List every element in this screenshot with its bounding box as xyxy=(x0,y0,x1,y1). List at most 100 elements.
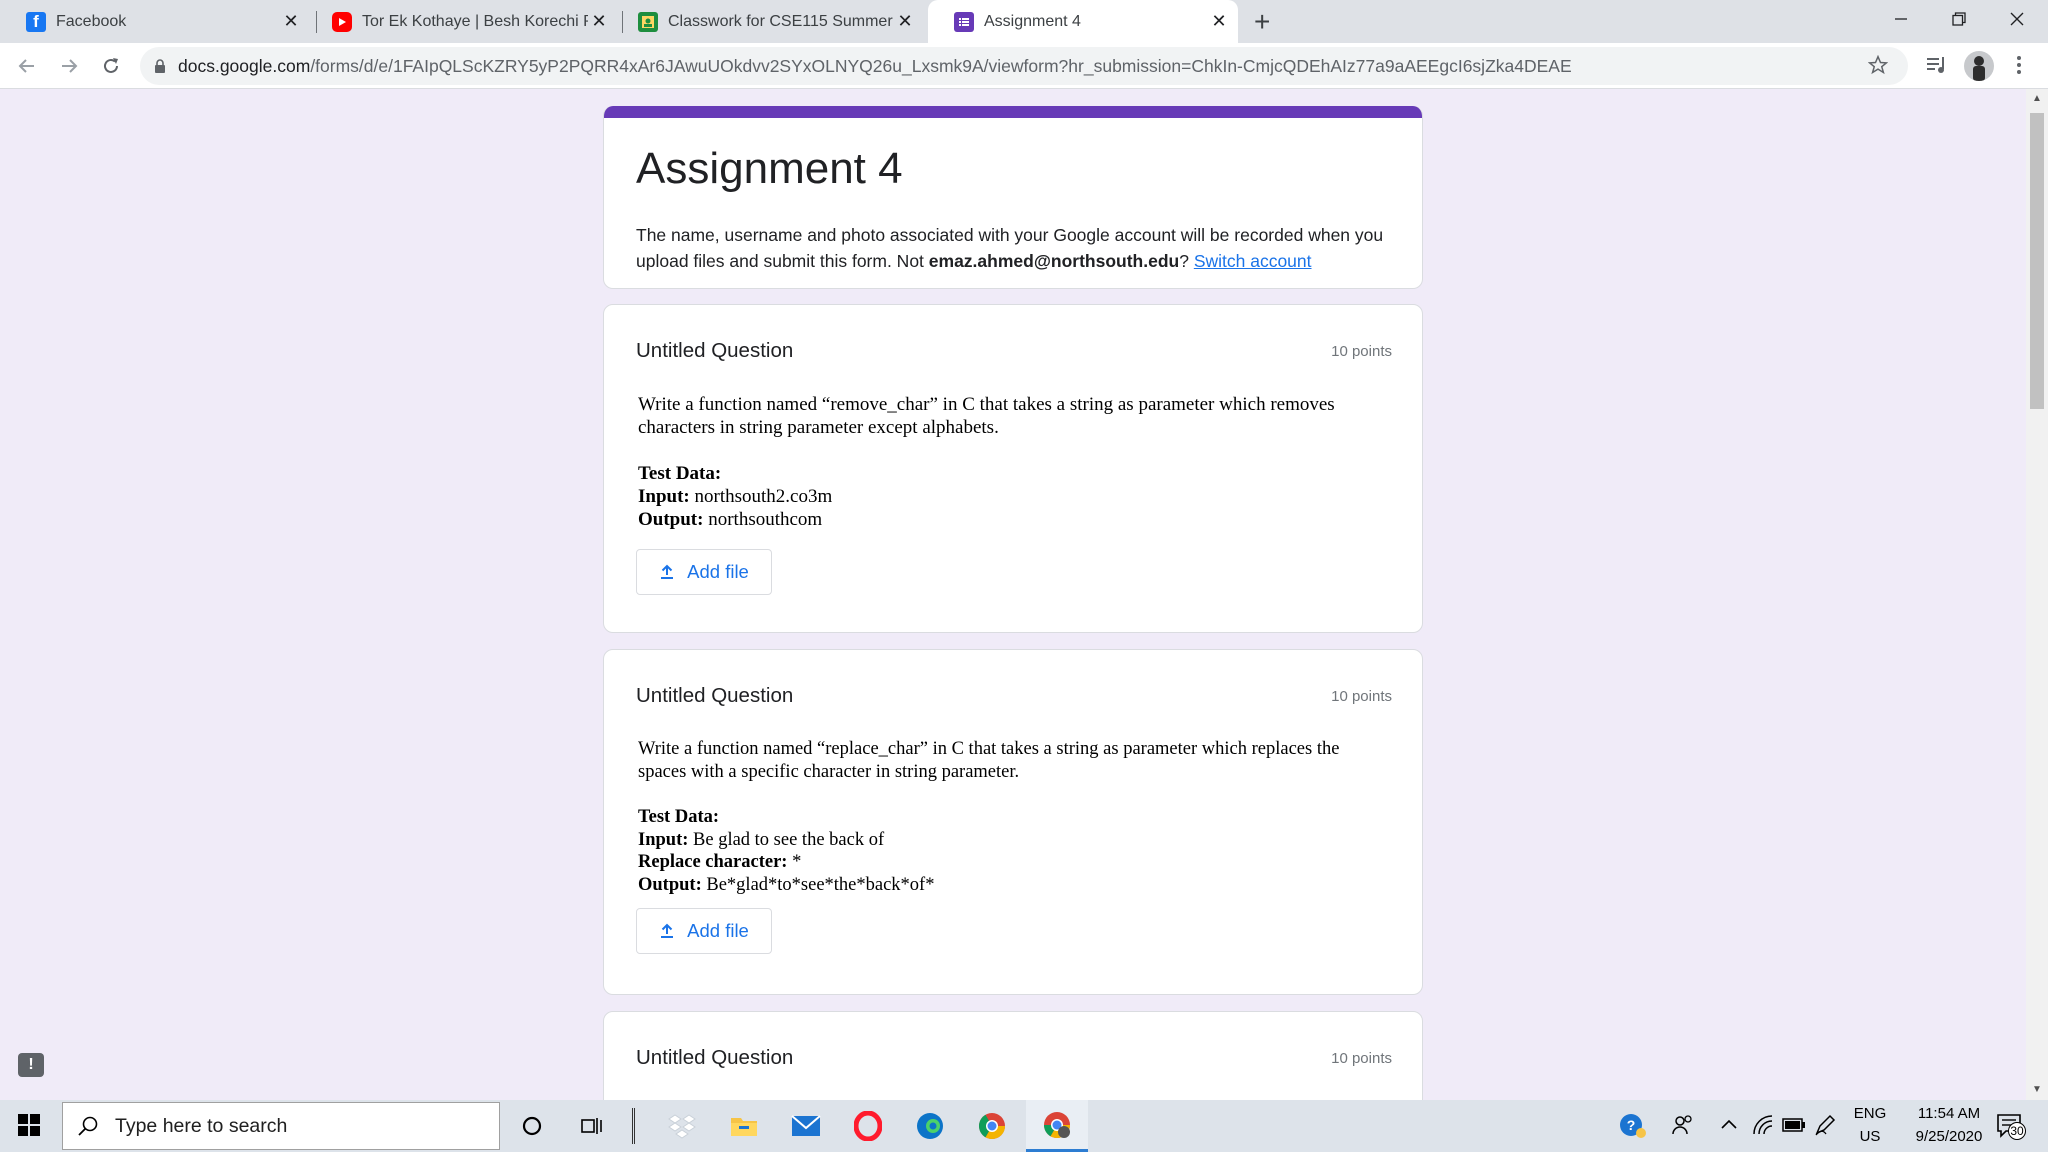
lock-icon xyxy=(155,58,165,73)
windows-start-icon[interactable] xyxy=(18,1114,40,1136)
add-file-label: Add file xyxy=(687,920,749,941)
people-icon[interactable] xyxy=(1672,1114,1694,1136)
form-title: Assignment 4 xyxy=(636,144,903,193)
action-center-button[interactable]: 30 xyxy=(1996,1112,2026,1140)
report-problem-icon[interactable]: ! xyxy=(18,1053,44,1077)
profile-avatar[interactable] xyxy=(1964,51,1994,81)
question-text-line: Write a function named “replace_char” in… xyxy=(638,739,1340,759)
replace-char-label: Replace character: xyxy=(638,852,788,872)
question-card-3: Untitled Question 10 points xyxy=(603,1011,1423,1100)
mail-button[interactable] xyxy=(778,1100,834,1152)
tab-facebook[interactable]: f Facebook ✕ xyxy=(0,0,310,43)
chrome-profile-button[interactable] xyxy=(1026,1100,1088,1152)
media-control-icon[interactable] xyxy=(1926,55,1948,75)
output-label: Output: xyxy=(638,874,702,895)
input-value: northsouth2.co3m xyxy=(689,486,833,507)
output-value: Be*glad*to*see*the*back*of* xyxy=(701,874,935,895)
tab-assignment-4[interactable]: Assignment 4 ✕ xyxy=(928,0,1238,43)
task-view-button[interactable] xyxy=(564,1100,620,1152)
search-icon xyxy=(78,1116,98,1136)
tab-title: Facebook xyxy=(56,12,127,30)
clock-date[interactable]: 9/25/2020 xyxy=(1894,1128,2004,1145)
folder-icon xyxy=(731,1118,757,1136)
chevron-up-icon[interactable] xyxy=(1720,1118,1738,1130)
upload-icon xyxy=(661,923,674,938)
minimize-button[interactable] xyxy=(1872,0,1930,38)
scrollbar-thumb[interactable] xyxy=(2030,113,2044,409)
tab-title: Tor Ek Kothaye | Besh Korechi Pre xyxy=(362,12,588,30)
file-explorer-button[interactable] xyxy=(716,1100,772,1152)
opera-button[interactable] xyxy=(840,1100,896,1152)
url-host: docs.google.com xyxy=(178,55,311,76)
restore-button[interactable] xyxy=(1930,0,1988,38)
switch-account-link[interactable]: Switch account xyxy=(1194,251,1312,271)
tab-title: Classwork for CSE115 Summer 20 xyxy=(668,12,894,30)
close-icon[interactable]: ✕ xyxy=(588,11,610,32)
scroll-down-icon[interactable]: ▼ xyxy=(2032,1084,2042,1095)
wifi-icon[interactable] xyxy=(1752,1114,1774,1136)
tab-strip: f Facebook ✕ Tor Ek Kothaye | Besh Korec… xyxy=(0,0,2048,43)
cortana-button[interactable] xyxy=(504,1100,560,1152)
pen-icon[interactable] xyxy=(1814,1114,1836,1136)
form-description: The name, username and photo associated … xyxy=(636,222,1406,274)
question-card-1: Untitled Question 10 points Write a func… xyxy=(603,304,1423,633)
kebab-menu-icon[interactable] xyxy=(2016,55,2022,75)
close-icon[interactable]: ✕ xyxy=(280,11,302,32)
reload-button[interactable] xyxy=(96,51,126,81)
add-file-label: Add file xyxy=(687,561,749,582)
language-indicator[interactable]: ENG xyxy=(1850,1105,1890,1122)
reload-icon xyxy=(104,58,118,73)
opera-icon xyxy=(854,1111,882,1141)
search-placeholder: Type here to search xyxy=(115,1114,288,1137)
question-title: Untitled Question xyxy=(636,1046,794,1069)
forward-button[interactable] xyxy=(54,51,84,81)
close-icon[interactable]: ✕ xyxy=(894,11,916,32)
edge-icon xyxy=(917,1113,943,1139)
back-button[interactable] xyxy=(12,51,42,81)
test-data-label: Test Data: xyxy=(638,463,722,484)
form-header-card: Assignment 4 The name, username and phot… xyxy=(603,106,1423,289)
form-page: Assignment 4 The name, username and phot… xyxy=(0,89,2026,1100)
question-body: Write a function named “remove_char” in … xyxy=(638,393,1398,531)
chrome-icon xyxy=(978,1113,1006,1140)
description-suffix: ? xyxy=(1179,251,1194,271)
address-bar[interactable]: docs.google.com/forms/d/e/1FAIpQLScKZRY5… xyxy=(140,47,1908,85)
facebook-icon: f xyxy=(26,11,46,32)
bookmark-star-icon[interactable] xyxy=(1868,55,1888,75)
question-card-2: Untitled Question 10 points Write a func… xyxy=(603,649,1423,995)
taskbar-divider xyxy=(632,1108,635,1144)
question-points: 10 points xyxy=(1331,343,1392,360)
edge-button[interactable] xyxy=(902,1100,958,1152)
account-email: emaz.ahmed@northsouth.edu xyxy=(928,251,1180,271)
forward-arrow-icon xyxy=(62,59,78,73)
question-body: Write a function named “replace_char” in… xyxy=(638,738,1398,896)
tab-youtube[interactable]: Tor Ek Kothaye | Besh Korechi Pre ✕ xyxy=(306,0,618,43)
replace-char-value: * xyxy=(787,852,802,872)
question-points: 10 points xyxy=(1331,688,1392,705)
page-scrollbar[interactable]: ▲ ▼ xyxy=(2026,89,2048,1100)
language-region[interactable]: US xyxy=(1850,1128,1890,1145)
taskbar-search-box[interactable]: Type here to search xyxy=(62,1102,500,1150)
input-label: Input: xyxy=(638,829,689,850)
add-file-button[interactable]: Add file xyxy=(636,549,772,595)
clock-time[interactable]: 11:54 AM xyxy=(1894,1105,2004,1122)
mail-icon xyxy=(791,1115,821,1136)
question-title: Untitled Question xyxy=(636,339,794,362)
close-window-button[interactable] xyxy=(1988,0,2046,38)
back-arrow-icon xyxy=(18,59,34,73)
question-text-line: Write a function named “remove_char” in … xyxy=(638,394,1335,415)
chrome-button[interactable] xyxy=(964,1100,1020,1152)
forms-icon xyxy=(954,11,974,32)
help-tips-icon[interactable]: ? xyxy=(1618,1112,1648,1140)
battery-icon[interactable] xyxy=(1782,1116,1806,1134)
output-label: Output: xyxy=(638,509,704,530)
question-text-line: spaces with a specific character in stri… xyxy=(638,761,1020,782)
form-accent-bar xyxy=(604,106,1422,118)
tab-classroom[interactable]: Classwork for CSE115 Summer 20 ✕ xyxy=(612,0,924,43)
scroll-up-icon[interactable]: ▲ xyxy=(2032,93,2042,104)
new-tab-button[interactable]: + xyxy=(1254,6,1270,38)
add-file-button[interactable]: Add file xyxy=(636,908,772,954)
dropbox-button[interactable] xyxy=(654,1100,710,1152)
chrome-profile-icon xyxy=(1043,1111,1071,1138)
close-icon[interactable]: ✕ xyxy=(1208,11,1230,32)
